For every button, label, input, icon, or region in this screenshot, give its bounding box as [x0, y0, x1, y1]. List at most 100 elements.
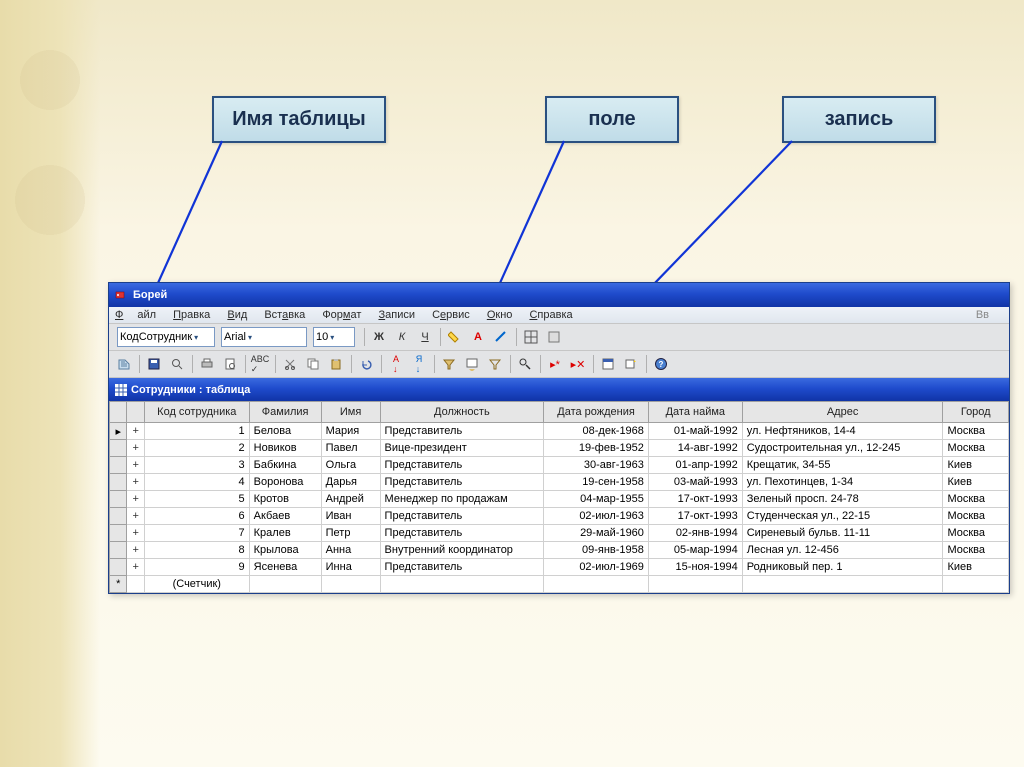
- expand-toggle[interactable]: +: [127, 508, 144, 525]
- font-size-selector[interactable]: 10 ▾: [313, 327, 355, 347]
- cell-name[interactable]: Иван: [321, 508, 380, 525]
- expand-toggle[interactable]: +: [127, 440, 144, 457]
- cell-birth[interactable]: 19-фев-1952: [544, 440, 649, 457]
- col-fam[interactable]: Фамилия: [249, 402, 321, 423]
- cell-hire[interactable]: 17-окт-1993: [648, 491, 742, 508]
- cell-addr[interactable]: Студенческая ул., 22-15: [742, 508, 943, 525]
- row-selector[interactable]: [110, 491, 127, 508]
- print-button[interactable]: [196, 353, 218, 375]
- col-city[interactable]: Город: [943, 402, 1009, 423]
- cell-birth[interactable]: 29-май-1960: [544, 525, 649, 542]
- menu-file[interactable]: Файл: [115, 309, 156, 321]
- cell-addr[interactable]: Зеленый просп. 24-78: [742, 491, 943, 508]
- cell-pos[interactable]: Представитель: [380, 457, 544, 474]
- database-window-button[interactable]: [597, 353, 619, 375]
- cell-name[interactable]: Андрей: [321, 491, 380, 508]
- expand-toggle[interactable]: +: [127, 525, 144, 542]
- cell-fam[interactable]: Бабкина: [249, 457, 321, 474]
- menu-records[interactable]: Записи: [378, 309, 415, 321]
- table-row[interactable]: +8КрыловаАннаВнутренний координатор09-ян…: [110, 542, 1009, 559]
- cell-hire[interactable]: 14-авг-1992: [648, 440, 742, 457]
- cell-city[interactable]: Москва: [943, 525, 1009, 542]
- special-effect-button[interactable]: [543, 326, 565, 348]
- cell-name[interactable]: Павел: [321, 440, 380, 457]
- cell-id[interactable]: 6: [144, 508, 249, 525]
- search-button[interactable]: [166, 353, 188, 375]
- cell-name[interactable]: Петр: [321, 525, 380, 542]
- sort-desc-button[interactable]: Я↓: [408, 353, 430, 375]
- cell-pos[interactable]: Представитель: [380, 525, 544, 542]
- cell-pos[interactable]: Менеджер по продажам: [380, 491, 544, 508]
- datasheet-grid[interactable]: Код сотрудника Фамилия Имя Должность Дат…: [109, 401, 1009, 593]
- cell-birth[interactable]: 02-июл-1969: [544, 559, 649, 576]
- col-addr[interactable]: Адрес: [742, 402, 943, 423]
- row-selector[interactable]: [110, 508, 127, 525]
- expand-toggle[interactable]: +: [127, 542, 144, 559]
- line-color-button[interactable]: [490, 326, 512, 348]
- save-button[interactable]: [143, 353, 165, 375]
- cell-id[interactable]: 4: [144, 474, 249, 491]
- cell-city[interactable]: Киев: [943, 474, 1009, 491]
- table-row[interactable]: +4ВороноваДарьяПредставитель19-сен-19580…: [110, 474, 1009, 491]
- cell-id[interactable]: 2: [144, 440, 249, 457]
- col-name[interactable]: Имя: [321, 402, 380, 423]
- italic-button[interactable]: К: [391, 326, 413, 348]
- table-row[interactable]: +9ЯсеневаИннаПредставитель02-июл-196915-…: [110, 559, 1009, 576]
- menu-view[interactable]: Вид: [227, 309, 247, 321]
- row-selector-new[interactable]: *: [110, 576, 127, 593]
- cell-birth[interactable]: 30-авг-1963: [544, 457, 649, 474]
- cell-id[interactable]: 7: [144, 525, 249, 542]
- expand-toggle[interactable]: +: [127, 491, 144, 508]
- cell-pos[interactable]: Представитель: [380, 559, 544, 576]
- cell-birth[interactable]: 02-июл-1963: [544, 508, 649, 525]
- cell-name[interactable]: Анна: [321, 542, 380, 559]
- filter-toggle-button[interactable]: [484, 353, 506, 375]
- expand-toggle[interactable]: +: [127, 559, 144, 576]
- cell-addr[interactable]: Родниковый пер. 1: [742, 559, 943, 576]
- cell-fam[interactable]: Крылова: [249, 542, 321, 559]
- cell-addr[interactable]: Крещатик, 34-55: [742, 457, 943, 474]
- menu-service[interactable]: Сервис: [432, 309, 470, 321]
- filter-selection-button[interactable]: [438, 353, 460, 375]
- row-selector[interactable]: [110, 457, 127, 474]
- menu-window[interactable]: Окно: [487, 309, 513, 321]
- cell-fam[interactable]: Ясенева: [249, 559, 321, 576]
- cell-addr[interactable]: Лесная ул. 12-456: [742, 542, 943, 559]
- new-record-button[interactable]: ▸*: [544, 353, 566, 375]
- cell-hire[interactable]: 05-мар-1994: [648, 542, 742, 559]
- cell-fam[interactable]: Кротов: [249, 491, 321, 508]
- print-preview-button[interactable]: [219, 353, 241, 375]
- table-row[interactable]: +5КротовАндрейМенеджер по продажам04-мар…: [110, 491, 1009, 508]
- cell-name[interactable]: Ольга: [321, 457, 380, 474]
- cell-hire[interactable]: 01-май-1992: [648, 423, 742, 440]
- row-selector[interactable]: ▸: [110, 423, 127, 440]
- cut-button[interactable]: [279, 353, 301, 375]
- new-object-button[interactable]: [620, 353, 642, 375]
- copy-button[interactable]: [302, 353, 324, 375]
- row-selector[interactable]: [110, 440, 127, 457]
- row-selector[interactable]: [110, 559, 127, 576]
- cell-id[interactable]: 1: [144, 423, 249, 440]
- table-row[interactable]: +3БабкинаОльгаПредставитель30-авг-196301…: [110, 457, 1009, 474]
- cell-addr[interactable]: Судостроительная ул., 12-245: [742, 440, 943, 457]
- cell-fam[interactable]: Кралев: [249, 525, 321, 542]
- cell-name[interactable]: Инна: [321, 559, 380, 576]
- cell-city[interactable]: Москва: [943, 508, 1009, 525]
- cell-city[interactable]: Киев: [943, 457, 1009, 474]
- bold-button[interactable]: Ж: [368, 326, 390, 348]
- cell-city[interactable]: Москва: [943, 423, 1009, 440]
- table-row[interactable]: ▸+1БеловаМарияПредставитель08-дек-196801…: [110, 423, 1009, 440]
- menu-format[interactable]: Формат: [322, 309, 361, 321]
- cell-autonum[interactable]: (Счетчик): [144, 576, 249, 593]
- col-birth[interactable]: Дата рождения: [544, 402, 649, 423]
- cell-id[interactable]: 3: [144, 457, 249, 474]
- col-pos[interactable]: Должность: [380, 402, 544, 423]
- cell-pos[interactable]: Вице-президент: [380, 440, 544, 457]
- cell-pos[interactable]: Представитель: [380, 508, 544, 525]
- expand-toggle[interactable]: +: [127, 423, 144, 440]
- delete-record-button[interactable]: ▸✕: [567, 353, 589, 375]
- cell-city[interactable]: Москва: [943, 440, 1009, 457]
- cell-id[interactable]: 8: [144, 542, 249, 559]
- cell-id[interactable]: 5: [144, 491, 249, 508]
- cell-city[interactable]: Киев: [943, 559, 1009, 576]
